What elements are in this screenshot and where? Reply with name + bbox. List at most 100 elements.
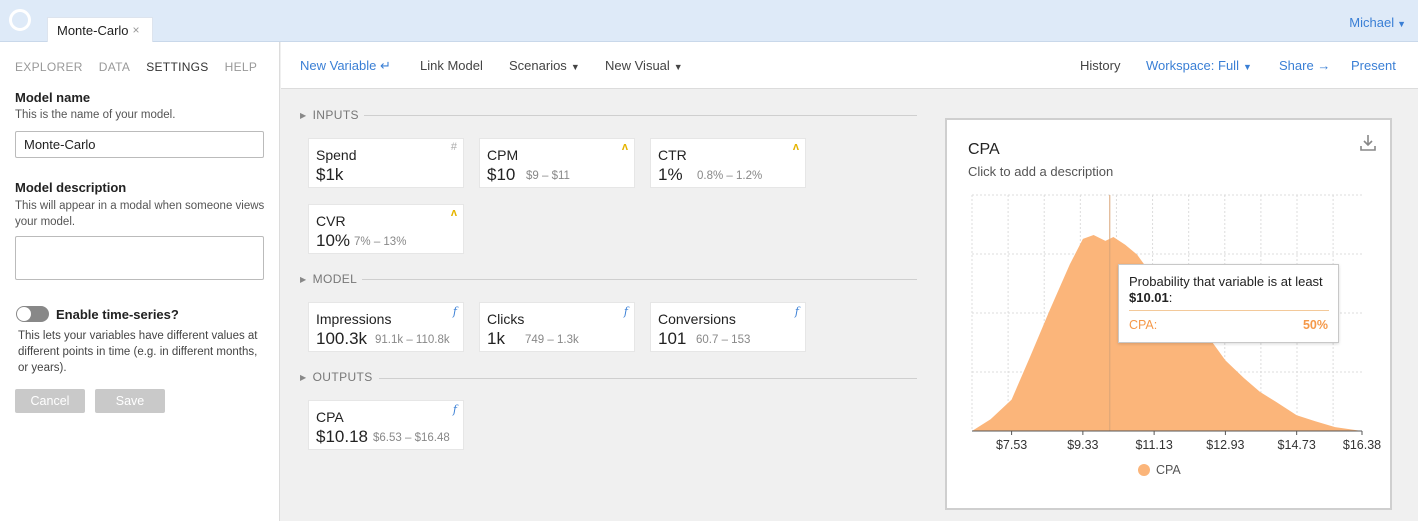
toggle-knob: [17, 307, 31, 321]
new-visual-label: New Visual: [605, 58, 670, 73]
present-button[interactable]: Present: [1351, 58, 1396, 73]
outputs-section-header[interactable]: ▶ OUTPUTS: [300, 370, 373, 384]
tooltip-suffix: :: [1168, 290, 1173, 305]
workspace-dropdown[interactable]: Workspace: Full ▼: [1146, 58, 1252, 73]
new-variable-button[interactable]: New Variable ↵: [300, 58, 391, 74]
legend-label: CPA: [1156, 463, 1181, 477]
new-variable-label: New Variable: [300, 58, 377, 73]
save-button[interactable]: Save: [95, 389, 165, 413]
model-name-input[interactable]: [15, 131, 264, 158]
card-range: 749 – 1.3k: [525, 334, 579, 346]
x-tick-label: $16.38: [1343, 438, 1381, 452]
cancel-button[interactable]: Cancel: [15, 389, 85, 413]
x-tick-label: $9.33: [1067, 438, 1098, 452]
variable-card-clicks[interactable]: Clicks 1k 749 – 1.3k f: [479, 302, 635, 352]
function-icon: f: [623, 305, 628, 318]
toolbar: New Variable ↵ Link Model Scenarios ▼ New…: [281, 42, 1418, 89]
distribution-icon: ʌ: [450, 207, 457, 219]
x-tick-label: $7.53: [996, 438, 1027, 452]
model-description-textarea[interactable]: [15, 236, 264, 280]
share-button[interactable]: Share →: [1279, 58, 1330, 73]
x-tick-label: $11.13: [1135, 438, 1172, 452]
model-name-help: This is the name of your model.: [15, 109, 176, 121]
chevron-down-icon: ▼: [1242, 62, 1252, 72]
card-name: CPM: [487, 147, 519, 163]
card-range: 60.7 – 153: [696, 334, 751, 346]
close-icon[interactable]: ×: [133, 23, 140, 37]
model-description-label: Model description: [15, 180, 127, 195]
card-name: CTR: [658, 147, 687, 163]
workspace-label: Workspace: Full: [1146, 58, 1239, 73]
card-name: CVR: [316, 213, 346, 229]
function-icon: f: [794, 305, 799, 318]
card-value: $10: [487, 165, 516, 184]
history-button[interactable]: History: [1080, 58, 1120, 73]
tooltip-prefix: Probability that variable is at least: [1129, 274, 1323, 289]
inputs-section-header[interactable]: ▶ INPUTS: [300, 108, 359, 122]
tab-explorer[interactable]: EXPLORER: [15, 60, 83, 74]
card-value: 100.3k: [316, 329, 368, 348]
card-name: Spend: [316, 147, 357, 163]
variable-card-impressions[interactable]: Impressions 100.3k 91.1k – 110.8k f: [308, 302, 464, 352]
card-range: 7% – 13%: [354, 236, 407, 248]
card-name: CPA: [316, 409, 344, 425]
link-model-button[interactable]: Link Model: [420, 58, 483, 73]
share-label: Share: [1279, 58, 1314, 73]
app-logo-icon[interactable]: [9, 9, 31, 31]
enter-icon: ↵: [379, 58, 391, 73]
tab-help[interactable]: HELP: [225, 60, 258, 74]
card-range: 91.1k – 110.8k: [375, 334, 450, 346]
legend-swatch: [1138, 464, 1150, 476]
scenarios-label: Scenarios: [509, 58, 567, 73]
hash-icon: #: [450, 141, 457, 153]
section-divider: [364, 115, 917, 116]
function-icon: f: [452, 305, 457, 318]
triangle-right-icon: ▶: [300, 274, 307, 284]
model-tab[interactable]: Monte-Carlo ×: [47, 17, 153, 42]
user-menu[interactable]: Michael ▼: [1349, 15, 1406, 30]
cpa-chart-panel[interactable]: CPA Click to add a description $7.53 $9.3…: [945, 118, 1392, 510]
settings-panel: EXPLORER DATA SETTINGS HELP Model name T…: [0, 42, 280, 521]
new-visual-dropdown[interactable]: New Visual ▼: [605, 58, 683, 73]
model-section-header[interactable]: ▶ MODEL: [300, 272, 357, 286]
tab-settings[interactable]: SETTINGS: [146, 60, 208, 74]
card-range: $6.53 – $16.48: [373, 432, 450, 444]
time-series-toggle[interactable]: [16, 306, 49, 322]
tooltip-threshold: $10.01: [1129, 290, 1169, 305]
x-tick-label: $12.93: [1206, 438, 1244, 452]
card-value: 10%: [316, 231, 351, 250]
probability-tooltip: Probability that variable is at least $1…: [1118, 264, 1339, 343]
x-axis-ticks: $7.53 $9.33 $11.13 $12.93 $14.73 $16.38: [996, 431, 1381, 452]
tab-data[interactable]: DATA: [99, 60, 130, 74]
tooltip-series-label: CPA:: [1129, 318, 1158, 332]
model-section-label: MODEL: [312, 272, 358, 286]
arrow-right-icon: →: [1317, 58, 1331, 73]
distribution-icon: ʌ: [621, 141, 628, 153]
chart-legend[interactable]: CPA: [1138, 463, 1181, 477]
triangle-right-icon: ▶: [300, 372, 307, 382]
time-series-help: This lets your variables have different …: [18, 330, 258, 374]
chevron-down-icon: ▼: [570, 62, 580, 72]
distribution-icon: ʌ: [792, 141, 799, 153]
model-name-label: Model name: [15, 90, 91, 105]
top-bar: Monte-Carlo × Michael ▼: [0, 0, 1418, 42]
variable-card-cvr[interactable]: CVR 10% 7% – 13% ʌ: [308, 204, 464, 254]
variable-card-conversions[interactable]: Conversions 101 60.7 – 153 f: [650, 302, 806, 352]
variable-card-spend[interactable]: Spend $1k #: [308, 138, 464, 188]
section-divider: [379, 378, 917, 379]
card-name: Clicks: [487, 311, 525, 327]
variable-card-ctr[interactable]: CTR 1% 0.8% – 1.2% ʌ: [650, 138, 806, 188]
time-series-label: Enable time-series?: [56, 307, 179, 322]
chevron-down-icon: ▼: [1397, 19, 1406, 29]
tooltip-probability-value: 50%: [1302, 318, 1328, 332]
section-divider: [362, 279, 917, 280]
variable-card-cpa[interactable]: CPA $10.18 $6.53 – $16.48 f: [308, 400, 464, 450]
card-value: $1k: [316, 165, 344, 184]
card-range: $9 – $11: [526, 170, 570, 182]
x-tick-label: $14.73: [1278, 438, 1316, 452]
variable-card-cpm[interactable]: CPM $10 $9 – $11 ʌ: [479, 138, 635, 188]
card-name: Conversions: [658, 311, 736, 327]
card-value: $10.18: [316, 427, 368, 446]
scenarios-dropdown[interactable]: Scenarios ▼: [509, 58, 580, 73]
card-value: 101: [658, 329, 687, 348]
